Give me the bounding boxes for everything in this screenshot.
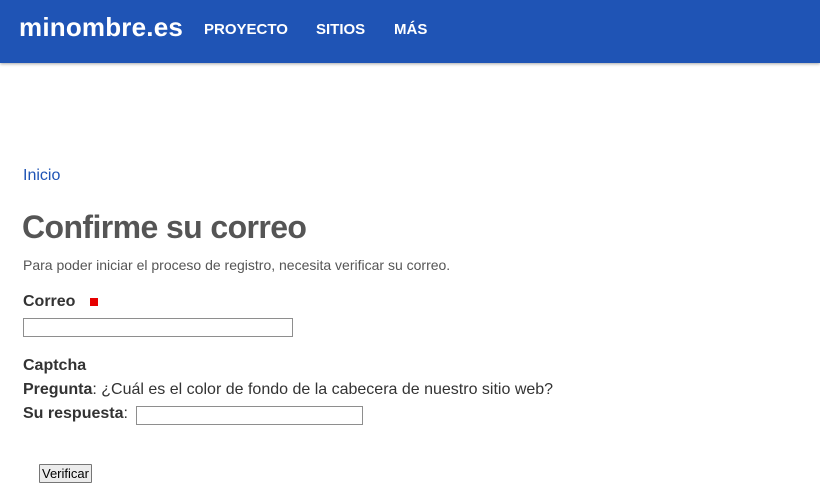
nav-item-proyecto[interactable]: PROYECTO — [204, 21, 288, 38]
answer-label: Su respuesta — [23, 405, 124, 422]
verify-button[interactable]: Verificar — [39, 464, 92, 483]
page-title: Confirme su correo — [22, 209, 307, 245]
email-label: Correo — [23, 293, 76, 310]
question-label: Pregunta — [23, 381, 93, 398]
captcha-title: Captcha — [23, 357, 87, 374]
captcha-answer-row: Su respuesta: — [23, 405, 128, 423]
required-marker — [90, 298, 98, 306]
nav-item-mas[interactable]: MÁS — [394, 21, 427, 38]
intro-text: Para poder iniciar el proceso de registr… — [23, 257, 451, 273]
site-logo-link[interactable]: minombre.es — [19, 12, 183, 43]
captcha-question: Pregunta: ¿Cuál es el color de fondo de … — [23, 381, 553, 399]
answer-separator: : — [123, 405, 128, 422]
question-text: : ¿Cuál es el color de fondo de la cabec… — [92, 381, 554, 398]
captcha-answer-field[interactable] — [136, 406, 363, 425]
email-field[interactable] — [23, 318, 293, 337]
nav-item-sitios[interactable]: SITIOS — [316, 21, 365, 38]
site-header: minombre.es PROYECTO SITIOS MÁS — [0, 0, 820, 63]
breadcrumb-home-link[interactable]: Inicio — [23, 167, 60, 185]
